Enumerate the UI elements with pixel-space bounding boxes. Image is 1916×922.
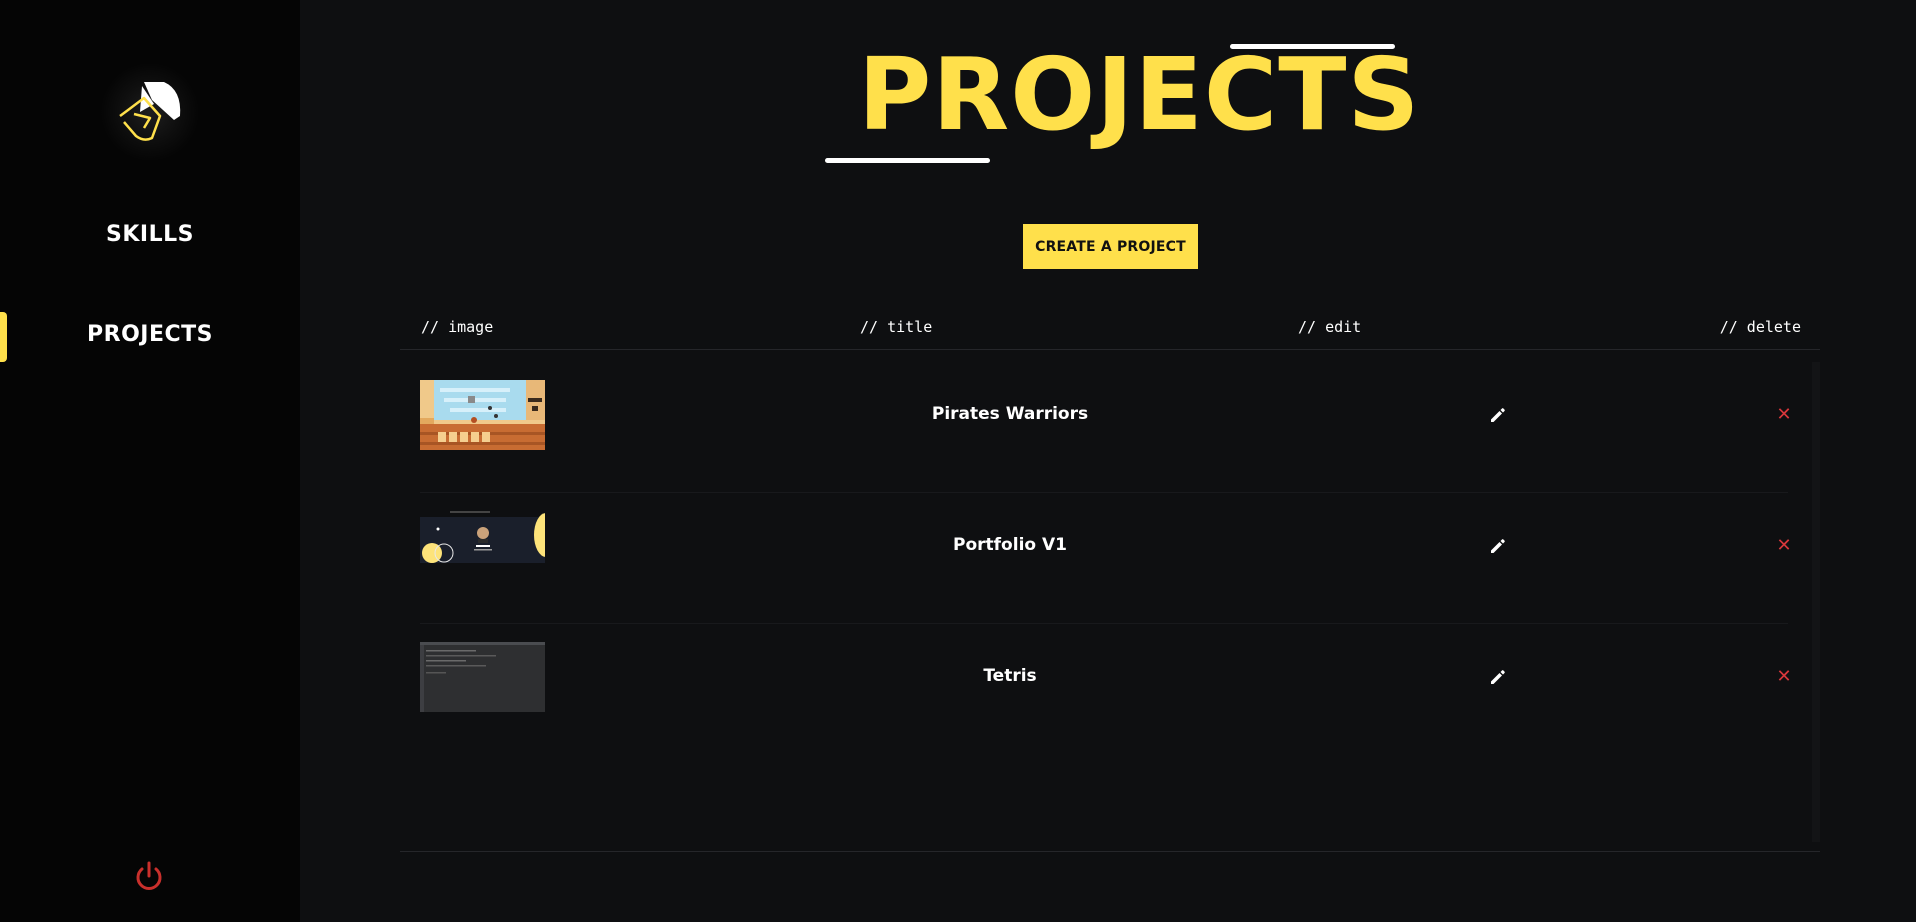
column-header-edit: // edit: [1298, 318, 1362, 336]
sidebar-item-skills[interactable]: SKILLS: [0, 222, 300, 247]
scrollbar[interactable]: [1812, 362, 1820, 842]
page-title: PROJECTS: [858, 36, 1421, 153]
edit-button[interactable]: [1489, 406, 1507, 424]
column-header-image: // image: [421, 318, 494, 336]
project-title: Portfolio V1: [953, 535, 1067, 555]
power-icon: [136, 861, 162, 890]
pirates-warriors-thumbnail-image: [420, 380, 545, 450]
sidebar: SKILLS PROJECTS: [0, 0, 300, 922]
brand-logo[interactable]: [100, 62, 200, 162]
table-bottom-border: [400, 851, 1820, 852]
portfolio-v1-thumbnail-image: [420, 511, 545, 581]
delete-button[interactable]: ✕: [1776, 536, 1792, 554]
table-row: Portfolio V1 ✕: [420, 493, 1792, 624]
sidebar-item-projects[interactable]: PROJECTS: [0, 322, 300, 347]
close-icon: ✕: [1776, 535, 1792, 555]
tetris-thumbnail[interactable]: [420, 642, 545, 712]
create-project-button[interactable]: CREATE A PROJECT: [1023, 224, 1198, 269]
table-row: Tetris ✕: [420, 624, 1792, 755]
title-decoration-line-bottom: [825, 158, 990, 163]
power-button[interactable]: [132, 860, 166, 894]
projects-table-body[interactable]: Pirates Warriors ✕ Portfolio V1 ✕ Tetris…: [400, 362, 1820, 842]
column-header-delete: // delete: [1719, 318, 1801, 336]
brand-logo-icon: [119, 82, 181, 141]
pirates-warriors-thumbnail[interactable]: [420, 380, 545, 450]
tetris-thumbnail-image: [420, 642, 545, 712]
portfolio-v1-thumbnail[interactable]: [420, 511, 545, 581]
pencil-icon: [1491, 670, 1505, 684]
pencil-icon: [1491, 408, 1505, 422]
delete-button[interactable]: ✕: [1776, 405, 1792, 423]
project-title: Tetris: [983, 666, 1037, 686]
pencil-icon: [1491, 539, 1505, 553]
edit-button[interactable]: [1489, 537, 1507, 555]
table-header: // image // title // edit // delete: [400, 308, 1820, 350]
edit-button[interactable]: [1489, 668, 1507, 686]
close-icon: ✕: [1776, 404, 1792, 424]
table-row: Pirates Warriors ✕: [420, 362, 1792, 493]
project-title: Pirates Warriors: [931, 404, 1089, 424]
page-title-area: PROJECTS: [800, 35, 1420, 175]
close-icon: ✕: [1776, 666, 1792, 686]
delete-button[interactable]: ✕: [1776, 667, 1792, 685]
column-header-title: // title: [860, 318, 933, 336]
